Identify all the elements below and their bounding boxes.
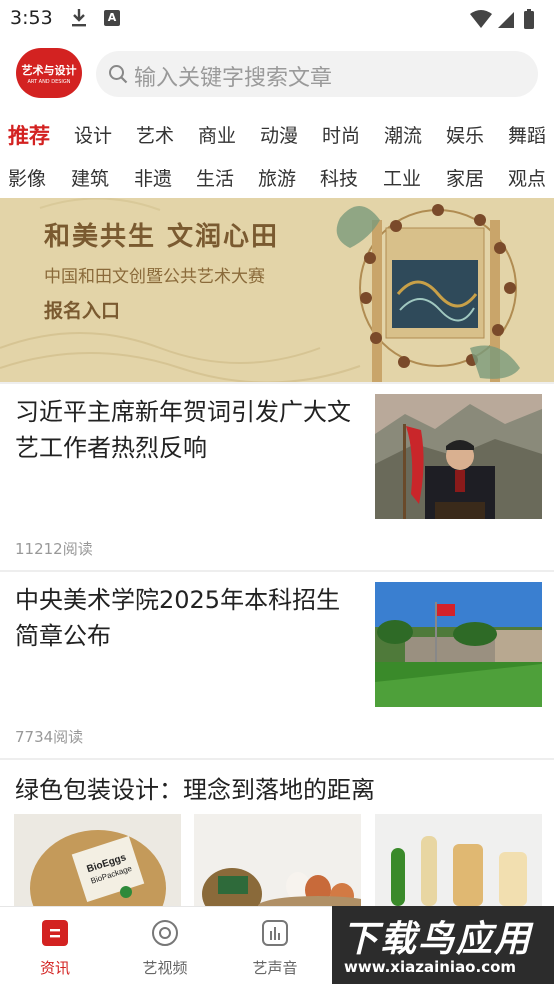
audio-icon — [262, 920, 288, 946]
banner-title: 和美共生 文润心田 — [44, 222, 280, 252]
category-tab[interactable]: 商业 — [198, 121, 236, 148]
promo-banner[interactable]: 和美共生 文润心田 中国和田文创暨公共艺术大赛 报名入口 — [0, 198, 554, 382]
search-icon — [109, 65, 128, 84]
category-tab[interactable]: 建筑 — [71, 164, 109, 191]
tab-label: 艺视频 — [142, 959, 188, 977]
banner-entry-button[interactable]: 报名入口 — [44, 296, 120, 323]
status-bar: 3:53 A — [0, 0, 554, 38]
category-tab[interactable]: 生活 — [196, 164, 234, 191]
dragon-tapestry-illustration — [336, 204, 520, 382]
tab-video[interactable]: 艺视频 — [110, 907, 220, 985]
article-read-count: 11212阅读 — [15, 540, 93, 558]
article-thumbnail — [375, 582, 542, 707]
article-title[interactable]: 习近平主席新年贺词引发广大文艺工作者热烈反响 — [15, 394, 363, 466]
article-image-1: BioEggs BioPackage — [14, 814, 181, 906]
logo-subtext: ART AND DESIGN — [27, 79, 71, 85]
category-tab[interactable]: 舞蹈 — [508, 121, 546, 148]
article-thumbnail — [375, 394, 542, 519]
article-read-count: 7734阅读 — [15, 728, 84, 746]
category-tab[interactable]: 潮流 — [384, 121, 422, 148]
article-image-2 — [194, 814, 361, 906]
category-tab[interactable]: 艺术 — [136, 121, 174, 148]
tab-news[interactable]: 资讯 — [0, 907, 110, 985]
article-image-3 — [375, 814, 542, 906]
banner-subtitle: 中国和田文创暨公共艺术大赛 — [44, 267, 265, 287]
category-tab-recommend[interactable]: 推荐 — [8, 120, 50, 150]
signal-battery-icons — [470, 9, 534, 29]
video-icon — [152, 920, 178, 946]
article-card[interactable]: 习近平主席新年贺词引发广大文艺工作者热烈反响 11212阅读 — [0, 384, 554, 570]
category-tab[interactable]: 家居 — [446, 164, 484, 191]
news-icon — [42, 920, 68, 946]
app-logo[interactable]: 艺术与设计 ART AND DESIGN — [16, 48, 82, 98]
tab-label: 艺声音 — [252, 959, 298, 977]
category-tab[interactable]: 旅游 — [258, 164, 296, 191]
article-title[interactable]: 中央美术学院2025年本科招生简章公布 — [15, 582, 363, 654]
tab-audio[interactable]: 艺声音 — [220, 907, 330, 985]
category-tab[interactable]: 影像 — [8, 164, 46, 191]
article-card[interactable]: 中央美术学院2025年本科招生简章公布 7734阅读 — [0, 572, 554, 758]
tab-label: 资讯 — [39, 959, 70, 977]
category-tab[interactable]: 时尚 — [322, 121, 360, 148]
category-tab[interactable]: 科技 — [320, 164, 358, 191]
header: 艺术与设计 ART AND DESIGN 输入关键字搜索文章 — [0, 38, 554, 112]
category-tab[interactable]: 动漫 — [260, 121, 298, 148]
search-input[interactable]: 输入关键字搜索文章 — [96, 51, 538, 97]
status-time: 3:53 — [10, 7, 53, 29]
category-nav: 推荐 设计 艺术 商业 动漫 时尚 潮流 娱乐 舞蹈 影像 建筑 非遗 生活 旅… — [0, 112, 554, 198]
search-placeholder: 输入关键字搜索文章 — [134, 66, 333, 91]
logo-text: 艺术与设计 — [21, 64, 77, 77]
app-notification-icon: A — [104, 10, 120, 26]
category-tab[interactable]: 工业 — [383, 164, 421, 191]
watermark: 下载鸟应用 www.xiazainiao.com — [332, 906, 554, 984]
category-tab[interactable]: 非遗 — [134, 164, 172, 191]
watermark-title: 下载鸟应用 — [342, 919, 533, 960]
category-tab[interactable]: 观点 — [508, 164, 546, 191]
category-tab[interactable]: 设计 — [74, 121, 112, 148]
article-title[interactable]: 绿色包装设计：理念到落地的距离 — [15, 772, 545, 808]
category-tab[interactable]: 娱乐 — [446, 121, 484, 148]
watermark-url: www.xiazainiao.com — [344, 958, 517, 976]
download-icon — [72, 9, 86, 27]
